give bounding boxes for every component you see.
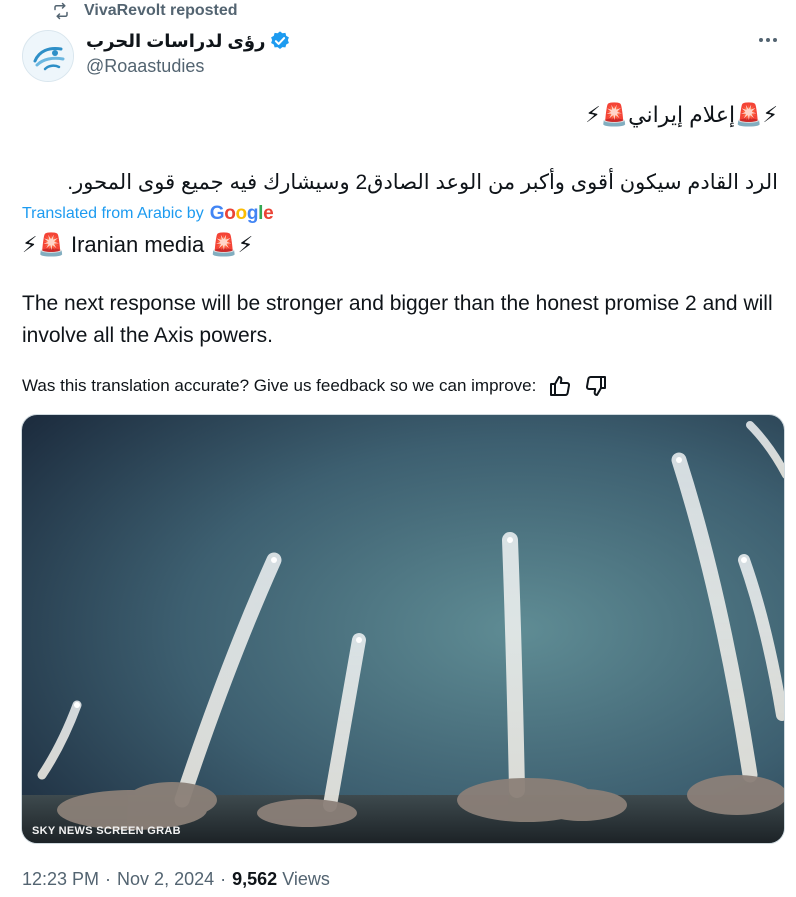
translated-label: Translated from Arabic by xyxy=(22,205,204,222)
views-label: Views xyxy=(282,869,330,889)
missile-launch-image xyxy=(22,415,784,843)
post-time[interactable]: 12:23 PM xyxy=(22,869,99,890)
author-block: رؤى لدراسات الحرب @Roaastudies xyxy=(86,28,291,77)
avatar[interactable] xyxy=(22,30,74,82)
repost-label: VivaRevolt reposted xyxy=(84,2,238,19)
google-logo: Google xyxy=(209,203,274,224)
english-body: The next response will be stronger and b… xyxy=(22,292,773,347)
separator: · xyxy=(105,869,112,889)
more-options-button[interactable] xyxy=(754,30,782,50)
translation-attribution: Translated from Arabic by Google xyxy=(22,203,274,225)
image-watermark: SKY NEWS SCREEN GRAB xyxy=(32,825,181,837)
repost-icon xyxy=(54,2,68,20)
repost-indicator[interactable]: VivaRevolt reposted xyxy=(52,0,238,22)
verified-badge-icon xyxy=(271,31,290,49)
feedback-prompt: Was this translation accurate? Give us f… xyxy=(22,376,537,395)
thumbs-down-icon[interactable] xyxy=(584,374,608,398)
post-image[interactable]: SKY NEWS SCREEN GRAB xyxy=(21,414,785,844)
english-title: ⚡🚨 Iranian media 🚨⚡ xyxy=(22,232,254,257)
arabic-title: ⚡🚨إعلام إيراني🚨⚡ xyxy=(585,102,778,127)
author-handle[interactable]: @Roaastudies xyxy=(86,56,291,77)
separator: · xyxy=(220,869,227,889)
more-options-icon xyxy=(759,38,763,42)
thumbs-up-icon[interactable] xyxy=(548,374,572,398)
logo-mark-icon xyxy=(23,31,73,81)
views-count: 9,562 xyxy=(232,869,278,889)
post-meta: 12:23 PM · Nov 2, 2024 · 9,562 Views xyxy=(22,869,330,890)
author-name[interactable]: رؤى لدراسات الحرب xyxy=(86,31,265,52)
post-date[interactable]: Nov 2, 2024 xyxy=(117,869,214,890)
arabic-body: الرد القادم سيكون أقوى وأكبر من الوعد ال… xyxy=(67,171,778,194)
translation-feedback: Was this translation accurate? Give us f… xyxy=(22,374,608,398)
